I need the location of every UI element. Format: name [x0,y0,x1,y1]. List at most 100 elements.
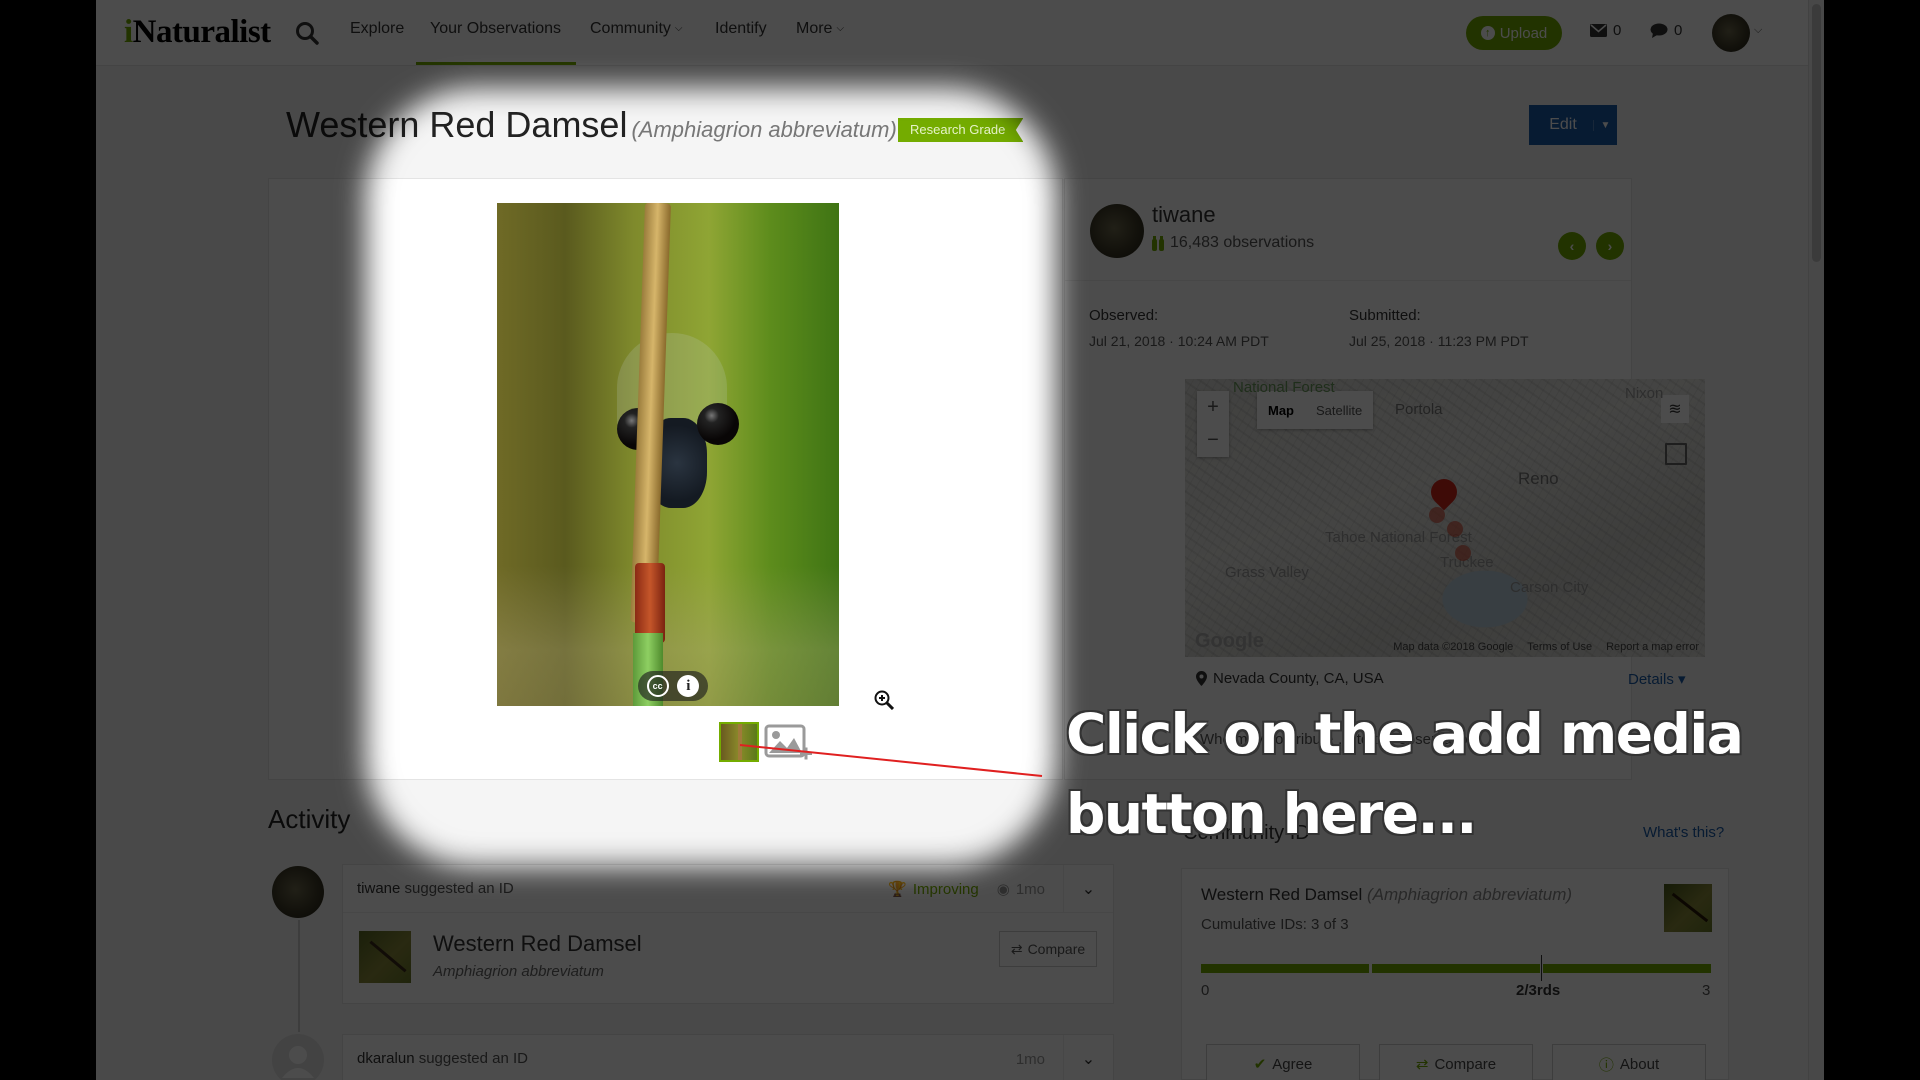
agreement-tick-min: 0 [1201,982,1210,999]
upload-icon: ↑ [1480,26,1495,40]
info-icon[interactable]: i [677,675,700,697]
map-attribution: Map data ©2018 Google [1393,641,1514,653]
speech-bubble-icon [1650,23,1668,38]
activity-user-link[interactable]: tiwane [357,880,400,897]
map-marker-dot[interactable] [1455,545,1471,561]
map-zoom-in-button[interactable]: + [1197,391,1229,424]
activity-user-link[interactable]: dkaralun [357,1050,415,1067]
map-type-map[interactable]: Map [1257,403,1305,418]
binoculars-icon [1152,235,1164,251]
messages-button[interactable]: 0 [1590,22,1621,39]
swap-arrows-icon: ⇄ [1415,1056,1429,1073]
user-silhouette-icon [282,1046,314,1078]
taxon-photo[interactable] [359,931,411,983]
whats-this-link[interactable]: What's this? [1643,824,1724,841]
agree-button[interactable]: ✔ Agree [1206,1044,1360,1080]
scrollbar-thumb[interactable] [1812,4,1821,262]
layers-icon[interactable]: ≋ [1661,395,1689,423]
creative-commons-icon[interactable]: cc [646,675,669,697]
agreement-bar [1201,964,1711,973]
google-logo: Google [1195,630,1264,652]
agreement-segment [1543,964,1711,973]
nav-your-observations[interactable]: Your Observations [430,20,561,38]
chevron-down-icon: ⌵ [836,23,845,34]
about-button[interactable]: ⓘ About [1552,1044,1706,1080]
observer-observation-count[interactable]: 16,483 observations [1152,234,1314,252]
search-icon[interactable] [294,20,320,46]
map-marker-dot[interactable] [1447,521,1463,537]
nav-community[interactable]: Community ⌵ [590,20,683,38]
notifications-button[interactable]: 0 [1650,22,1682,39]
observation-title: Western Red Damsel (Amphiagrion abbreviat… [286,104,897,145]
community-taxon-photo[interactable] [1664,884,1712,932]
activity-heading: Activity [268,804,351,834]
top-navbar: iNaturalist Explore Your Observations Co… [96,0,1808,66]
activity-item: dkaralun suggested an ID 1mo ⌄ [342,1034,1114,1080]
fullscreen-icon[interactable] [1665,443,1687,465]
map-type-toggle: Map Satellite [1257,391,1374,429]
edit-button[interactable]: Edit ▼ [1529,105,1617,145]
zoom-in-icon[interactable] [874,690,894,710]
map-terms-link[interactable]: Terms of Use [1527,641,1592,653]
map-type-satellite[interactable]: Satellite [1305,403,1373,418]
user-avatar[interactable] [1712,14,1750,52]
agreement-tick-max: 3 [1702,982,1711,999]
map-zoom-out-button[interactable]: − [1197,424,1229,457]
agreement-segment [1201,964,1369,973]
taxon-common-name[interactable]: Western Red Damsel [433,931,642,957]
chevron-down-icon[interactable]: ⌵ [1754,24,1762,37]
activity-timeline [298,920,300,1032]
previous-observation-button[interactable]: ‹ [1558,232,1586,260]
caret-down-icon[interactable]: ▼ [1593,119,1617,131]
add-media-button[interactable] [764,724,814,764]
checkmark-icon: ✔ [1253,1056,1267,1073]
community-taxon[interactable]: Western Red Damsel (Amphiagrion abbrevia… [1201,885,1572,905]
compare-button[interactable]: ⇄ Compare [999,931,1097,967]
observed-label: Observed: [1089,307,1159,324]
inaturalist-logo[interactable]: iNaturalist [124,14,271,51]
improving-status: 🏆 Improving [888,880,979,899]
divider [1065,280,1631,281]
map-pin-icon [1196,671,1207,686]
place-name: Nevada County, CA, USA [1196,670,1384,687]
nav-explore[interactable]: Explore [350,20,404,38]
map-zoom-controls: + − [1197,391,1229,457]
contribution-notice: Who may contribute … to the observation [1200,731,1476,748]
agreement-segment [1372,964,1540,973]
location-details-dropdown[interactable]: Details ▾ [1628,670,1686,688]
nav-identify[interactable]: Identify [715,20,767,38]
submitted-date: Jul 25, 2018 · 11:23 PM PDT [1349,333,1529,349]
default-avatar[interactable] [272,1034,324,1080]
next-observation-button[interactable]: › [1596,232,1624,260]
trophy-icon: 🏆 [888,881,907,898]
activity-item: tiwane suggested an ID 🏆 Improving ◉ 1mo ⌄… [342,864,1114,1004]
eye-icon: ◉ [996,881,1010,898]
active-tab-indicator [416,62,576,65]
chevron-down-icon[interactable]: ⌄ [1063,1035,1113,1080]
photo-thumbnail[interactable] [719,722,759,762]
vertical-scrollbar[interactable] [1808,0,1824,1080]
scientific-name: (Amphiagrion abbreviatum) [631,117,897,142]
observer-avatar[interactable] [1090,204,1144,258]
agreement-tick-mid: 2/3rds [1516,982,1561,999]
avatar[interactable] [272,866,324,918]
observation-photo[interactable]: cc i [497,203,839,706]
two-thirds-marker [1541,955,1542,981]
map-report-link[interactable]: Report a map error [1606,641,1699,653]
location-map[interactable]: + − Map Satellite ≋ National Forest Port… [1185,379,1705,657]
swap-arrows-icon: ⇄ [1010,940,1023,957]
taxon-scientific-name: Amphiagrion abbreviatum [433,963,604,980]
photo-attribution-controls: cc i [638,671,708,701]
community-id-heading: Community ID [1183,822,1310,844]
info-icon: ⓘ [1598,1056,1614,1074]
submitted-label: Submitted: [1349,307,1421,324]
map-marker-dot[interactable] [1429,507,1445,523]
compare-button[interactable]: ⇄ Compare [1379,1044,1533,1080]
observed-date: Jul 21, 2018 · 10:24 AM PDT [1089,333,1269,349]
quality-grade-badge: Research Grade [898,118,1024,142]
upload-button[interactable]: ↑ Upload [1466,16,1562,50]
map-marker-pin[interactable] [1425,473,1463,511]
chevron-down-icon[interactable]: ⌄ [1063,865,1113,913]
nav-more[interactable]: More ⌵ [796,20,844,38]
observer-username[interactable]: tiwane [1152,202,1216,228]
